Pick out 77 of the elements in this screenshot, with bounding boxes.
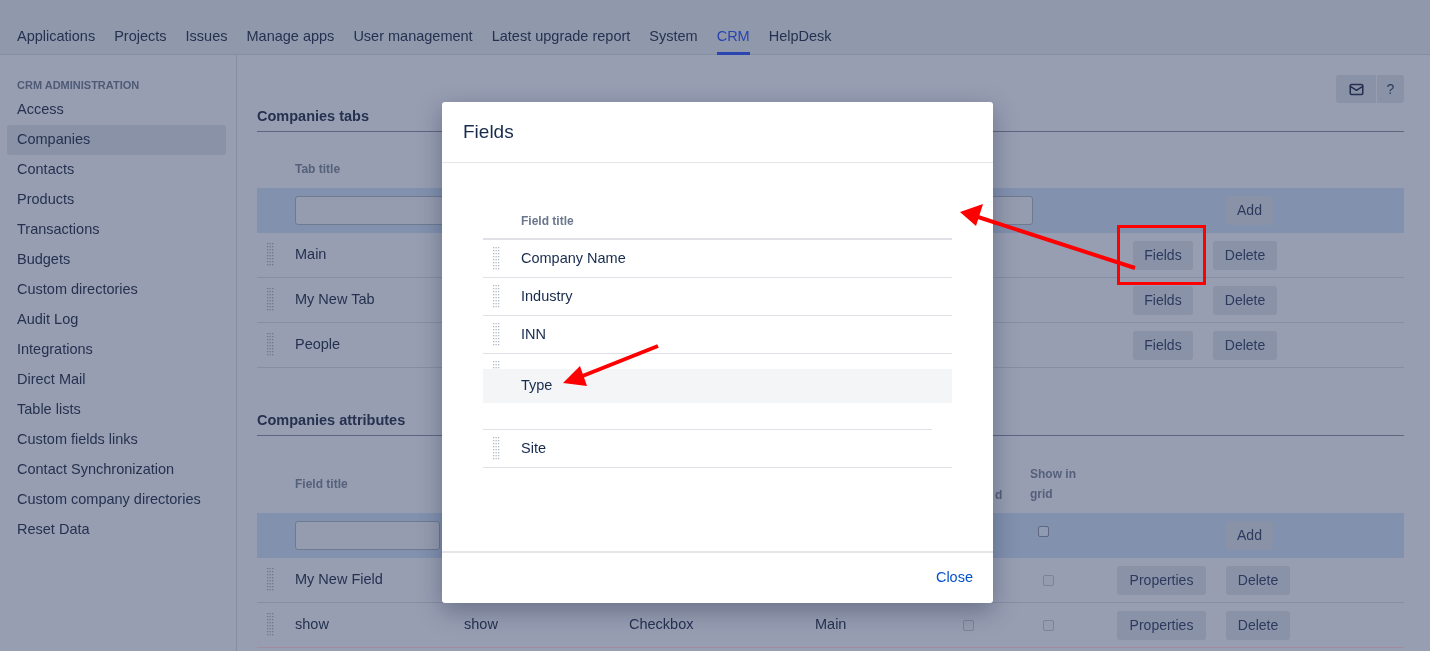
nav-tab[interactable]: Projects bbox=[114, 0, 167, 55]
fields-button[interactable]: Fields bbox=[1133, 285, 1193, 315]
drag-handle-icon[interactable] bbox=[493, 284, 500, 309]
sidebar-item[interactable]: Table lists bbox=[7, 395, 226, 425]
add-button[interactable]: Add bbox=[1226, 521, 1273, 550]
nav-tab[interactable]: Applications bbox=[17, 0, 96, 55]
mail-icon bbox=[1348, 81, 1364, 97]
table-cell: show bbox=[464, 616, 498, 633]
sidebar-item[interactable]: Integrations bbox=[7, 335, 226, 365]
field-title: Company Name bbox=[521, 248, 626, 268]
sidebar-item[interactable]: Contacts bbox=[7, 155, 226, 185]
nav-tab[interactable]: CRM bbox=[716, 0, 750, 55]
drag-handle-icon[interactable] bbox=[267, 243, 274, 267]
sidebar-heading: CRM ADMINISTRATION bbox=[16, 78, 141, 92]
sidebar-item[interactable]: Custom directories bbox=[7, 275, 226, 305]
drag-handle-icon[interactable] bbox=[493, 436, 500, 461]
sidebar-item[interactable]: Companies bbox=[7, 125, 226, 155]
dragged-row[interactable]: Type bbox=[483, 369, 952, 403]
delete-button[interactable]: Delete bbox=[1213, 285, 1277, 315]
nav-tab[interactable]: User management bbox=[353, 0, 473, 55]
field-title: Industry bbox=[521, 286, 573, 306]
checkbox[interactable] bbox=[1043, 574, 1054, 586]
tab-title: Main bbox=[295, 245, 327, 265]
sidebar-item[interactable]: Access bbox=[7, 95, 226, 125]
checkbox[interactable] bbox=[1038, 525, 1049, 537]
mail-button[interactable] bbox=[1336, 75, 1376, 103]
properties-button[interactable]: Properties bbox=[1117, 610, 1206, 640]
fields-button[interactable]: Fields bbox=[1133, 330, 1193, 360]
field-title: Site bbox=[521, 438, 546, 458]
sidebar-item[interactable]: Direct Mail bbox=[7, 365, 226, 395]
field-title: Type bbox=[521, 376, 553, 396]
drag-handle-icon[interactable] bbox=[267, 613, 274, 637]
drag-handle-icon[interactable] bbox=[267, 333, 274, 357]
checkbox[interactable] bbox=[1043, 619, 1054, 631]
section-title: Companies tabs bbox=[257, 107, 369, 127]
drag-handle-icon[interactable] bbox=[493, 246, 500, 271]
tab-title: People bbox=[295, 335, 341, 355]
field-title: My New Field bbox=[295, 571, 383, 588]
tab-title: My New Tab bbox=[295, 290, 375, 310]
field-title: INN bbox=[521, 324, 546, 344]
column-header: Field title bbox=[295, 475, 349, 493]
nav-tab[interactable]: Issues bbox=[185, 0, 228, 55]
help-button[interactable]: ? bbox=[1377, 75, 1404, 103]
nav-tab[interactable]: Latest upgrade report bbox=[491, 0, 631, 55]
delete-button[interactable]: Delete bbox=[1213, 240, 1277, 270]
drag-handle-icon[interactable] bbox=[267, 568, 274, 592]
nav-tab[interactable]: Manage apps bbox=[246, 0, 335, 55]
input-field[interactable] bbox=[295, 521, 440, 550]
sidebar-item[interactable]: Custom fields links bbox=[7, 425, 226, 455]
sidebar-item[interactable]: Reset Data bbox=[7, 515, 226, 545]
sidebar-item[interactable]: Budgets bbox=[7, 245, 226, 275]
close-link[interactable]: Close bbox=[935, 567, 973, 589]
checkbox[interactable] bbox=[963, 619, 974, 631]
column-header: d bbox=[995, 487, 1003, 502]
drag-handle-icon[interactable] bbox=[267, 288, 274, 312]
column-header: Show in grid bbox=[1030, 465, 1077, 503]
fields-button[interactable]: Fields bbox=[1133, 240, 1193, 270]
sidebar-item[interactable]: Contact Synchronization bbox=[7, 455, 226, 485]
column-header: Tab title bbox=[295, 160, 341, 178]
add-button[interactable]: Add bbox=[1226, 196, 1273, 225]
table-cell: Checkbox bbox=[629, 616, 694, 633]
table-cell: Main bbox=[815, 616, 847, 633]
drag-handle-icon[interactable] bbox=[493, 322, 500, 347]
sidebar-item[interactable]: Audit Log bbox=[7, 305, 226, 335]
sidebar-item[interactable]: Transactions bbox=[7, 215, 226, 245]
sidebar-item[interactable]: Custom company directories bbox=[7, 485, 226, 515]
column-header: Field title bbox=[521, 212, 574, 230]
delete-button[interactable]: Delete bbox=[1213, 330, 1277, 360]
dialog-title: Fields bbox=[463, 119, 514, 144]
nav-tab[interactable]: System bbox=[649, 0, 698, 55]
nav-tab[interactable]: HelpDesk bbox=[768, 0, 832, 55]
section-title: Companies attributes bbox=[257, 411, 406, 431]
field-title: show bbox=[295, 616, 329, 633]
sidebar-item[interactable]: Products bbox=[7, 185, 226, 215]
delete-button[interactable]: Delete bbox=[1226, 610, 1290, 640]
delete-button[interactable]: Delete bbox=[1226, 565, 1290, 595]
properties-button[interactable]: Properties bbox=[1117, 565, 1206, 595]
